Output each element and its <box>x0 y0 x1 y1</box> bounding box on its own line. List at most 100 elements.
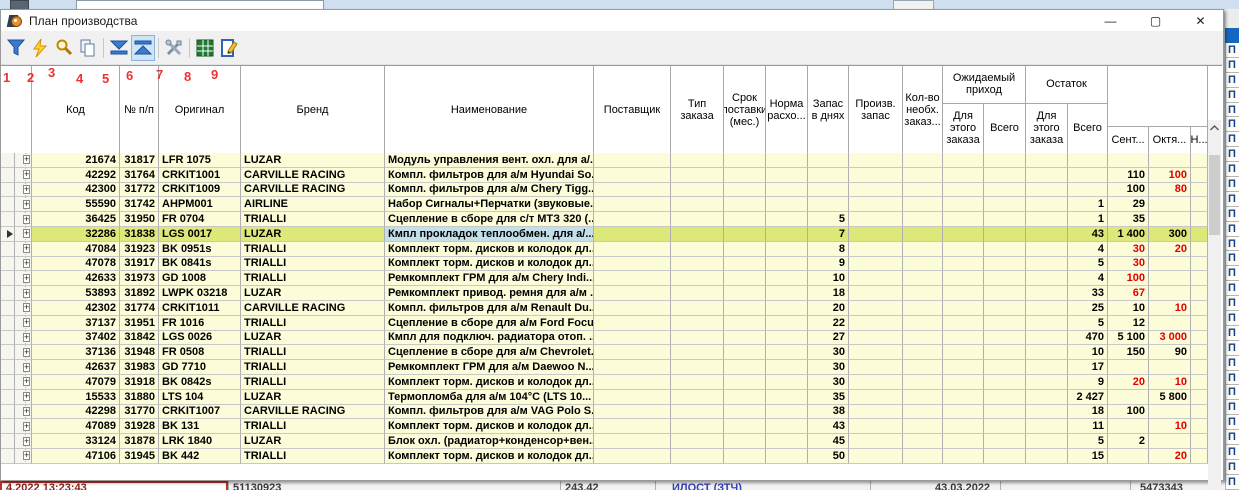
cell-remainder-total[interactable]: 25 <box>1068 301 1108 316</box>
cell-month-november[interactable] <box>1191 360 1208 375</box>
cell-delivery-time[interactable] <box>724 375 766 390</box>
expand-plus-icon[interactable]: + <box>23 437 30 446</box>
cell-prod-stock[interactable] <box>849 434 903 449</box>
cell-code[interactable]: 32286 <box>32 227 120 242</box>
copy-button[interactable] <box>76 35 100 61</box>
cell-month-september[interactable]: 67 <box>1108 286 1149 301</box>
cell-remainder-for-order[interactable] <box>1026 153 1068 168</box>
table-row[interactable]: +5559031742AHPM001AIRLINEНабор Сигналы+П… <box>1 197 1222 212</box>
cell-code[interactable]: 55590 <box>32 197 120 212</box>
cell-original[interactable]: GD 1008 <box>159 271 241 286</box>
cell-norm[interactable] <box>766 345 808 360</box>
cell-original[interactable]: CRKIT1001 <box>159 168 241 183</box>
cell-supplier[interactable] <box>594 183 671 198</box>
minimize-button[interactable]: — <box>1088 10 1133 31</box>
cell-npp[interactable]: 31817 <box>120 153 159 168</box>
cell-month-october[interactable] <box>1149 212 1191 227</box>
row-marker-cell[interactable] <box>1 271 15 286</box>
cell-expected-for-order[interactable] <box>943 434 984 449</box>
cell-expected-for-order[interactable] <box>943 153 984 168</box>
expand-plus-icon[interactable]: + <box>23 244 30 253</box>
row-marker-cell[interactable] <box>1 360 15 375</box>
cell-delivery-time[interactable] <box>724 212 766 227</box>
cell-month-september[interactable]: 150 <box>1108 345 1149 360</box>
cell-supplier[interactable] <box>594 405 671 420</box>
cell-delivery-time[interactable] <box>724 360 766 375</box>
cell-original[interactable]: CRKIT1009 <box>159 183 241 198</box>
cell-original[interactable]: LGS 0026 <box>159 331 241 346</box>
cell-supplier[interactable] <box>594 449 671 464</box>
cell-month-september[interactable]: 29 <box>1108 197 1149 212</box>
cell-month-november[interactable] <box>1191 286 1208 301</box>
cell-month-september[interactable]: 100 <box>1108 183 1149 198</box>
cell-remainder-total[interactable]: 1 <box>1068 212 1108 227</box>
cell-expected-total[interactable] <box>984 331 1026 346</box>
vertical-scroll-thumb[interactable] <box>1209 155 1220 235</box>
row-marker-cell[interactable] <box>1 257 15 272</box>
expand-plus-icon[interactable]: + <box>23 377 30 386</box>
cell-expected-total[interactable] <box>984 301 1026 316</box>
cell-stock-days[interactable]: 9 <box>808 257 849 272</box>
expand-cell[interactable]: + <box>15 449 32 464</box>
cell-code[interactable]: 21674 <box>32 153 120 168</box>
header-name[interactable]: Наименование <box>385 66 594 153</box>
header-month-september[interactable]: Сент... <box>1108 127 1149 153</box>
cell-prod-stock[interactable] <box>849 375 903 390</box>
cell-prod-stock[interactable] <box>849 286 903 301</box>
cell-norm[interactable] <box>766 197 808 212</box>
cell-supplier[interactable] <box>594 316 671 331</box>
header-expected-total[interactable]: Всего <box>984 104 1026 153</box>
cell-expected-for-order[interactable] <box>943 168 984 183</box>
cell-expected-for-order[interactable] <box>943 390 984 405</box>
cell-brand[interactable]: TRIALLI <box>241 449 385 464</box>
cell-name[interactable]: Компл. фильтров для а/м Hyundai So... <box>385 168 594 183</box>
scroll-to-top-button[interactable] <box>131 35 155 61</box>
cell-expected-for-order[interactable] <box>943 375 984 390</box>
cell-month-october[interactable]: 100 <box>1149 168 1191 183</box>
cell-month-september[interactable]: 35 <box>1108 212 1149 227</box>
cell-month-september[interactable]: 10 <box>1108 301 1149 316</box>
cell-remainder-total[interactable]: 2 427 <box>1068 390 1108 405</box>
cell-month-september[interactable] <box>1108 419 1149 434</box>
row-marker-cell[interactable] <box>1 168 15 183</box>
cell-norm[interactable] <box>766 242 808 257</box>
cell-prod-stock[interactable] <box>849 316 903 331</box>
cell-code[interactable]: 42298 <box>32 405 120 420</box>
cell-brand[interactable]: LUZAR <box>241 390 385 405</box>
row-marker-cell[interactable] <box>1 390 15 405</box>
expand-cell[interactable]: + <box>15 390 32 405</box>
cell-month-october[interactable]: 10 <box>1149 301 1191 316</box>
cell-remainder-total[interactable]: 18 <box>1068 405 1108 420</box>
expand-cell[interactable]: + <box>15 197 32 212</box>
table-row[interactable]: +3713631948FR 0508TRIALLIСцепление в сбо… <box>1 345 1222 360</box>
cell-brand[interactable]: AIRLINE <box>241 197 385 212</box>
cell-name[interactable]: Комплект торм. дисков и колодок дл... <box>385 257 594 272</box>
cell-original[interactable]: FR 0508 <box>159 345 241 360</box>
header-expected-for-order[interactable]: Для этого заказа <box>943 104 984 153</box>
row-marker-cell[interactable] <box>1 286 15 301</box>
cell-supplier[interactable] <box>594 227 671 242</box>
cell-npp[interactable]: 31973 <box>120 271 159 286</box>
table-row[interactable]: +2167431817LFR 1075LUZARМодуль управлени… <box>1 153 1222 168</box>
cell-expected-total[interactable] <box>984 242 1026 257</box>
cell-remainder-for-order[interactable] <box>1026 242 1068 257</box>
cell-remainder-for-order[interactable] <box>1026 212 1068 227</box>
cell-name[interactable]: Ремкомплект привод. ремня для а/м ... <box>385 286 594 301</box>
table-row[interactable]: +4230031772CRKIT1009CARVILLE RACINGКомпл… <box>1 183 1222 198</box>
table-row[interactable]: +4710631945BK 442TRIALLIКомплект торм. д… <box>1 449 1222 464</box>
cell-name[interactable]: Набор Сигналы+Перчатки (звуковые... <box>385 197 594 212</box>
cell-expected-for-order[interactable] <box>943 301 984 316</box>
cell-npp[interactable]: 31880 <box>120 390 159 405</box>
cell-month-september[interactable] <box>1108 449 1149 464</box>
header-expected-arrival[interactable]: Ожидаемый приход <box>943 66 1026 104</box>
cell-original[interactable]: BK 0842s <box>159 375 241 390</box>
cell-expected-total[interactable] <box>984 375 1026 390</box>
table-row[interactable]: +4707831917BK 0841sTRIALLIКомплект торм.… <box>1 257 1222 272</box>
cell-expected-total[interactable] <box>984 419 1026 434</box>
lightning-button[interactable] <box>28 35 52 61</box>
cell-order-type[interactable] <box>671 405 724 420</box>
cell-delivery-time[interactable] <box>724 405 766 420</box>
cell-month-october[interactable]: 80 <box>1149 183 1191 198</box>
cell-order-type[interactable] <box>671 153 724 168</box>
cell-month-november[interactable] <box>1191 419 1208 434</box>
